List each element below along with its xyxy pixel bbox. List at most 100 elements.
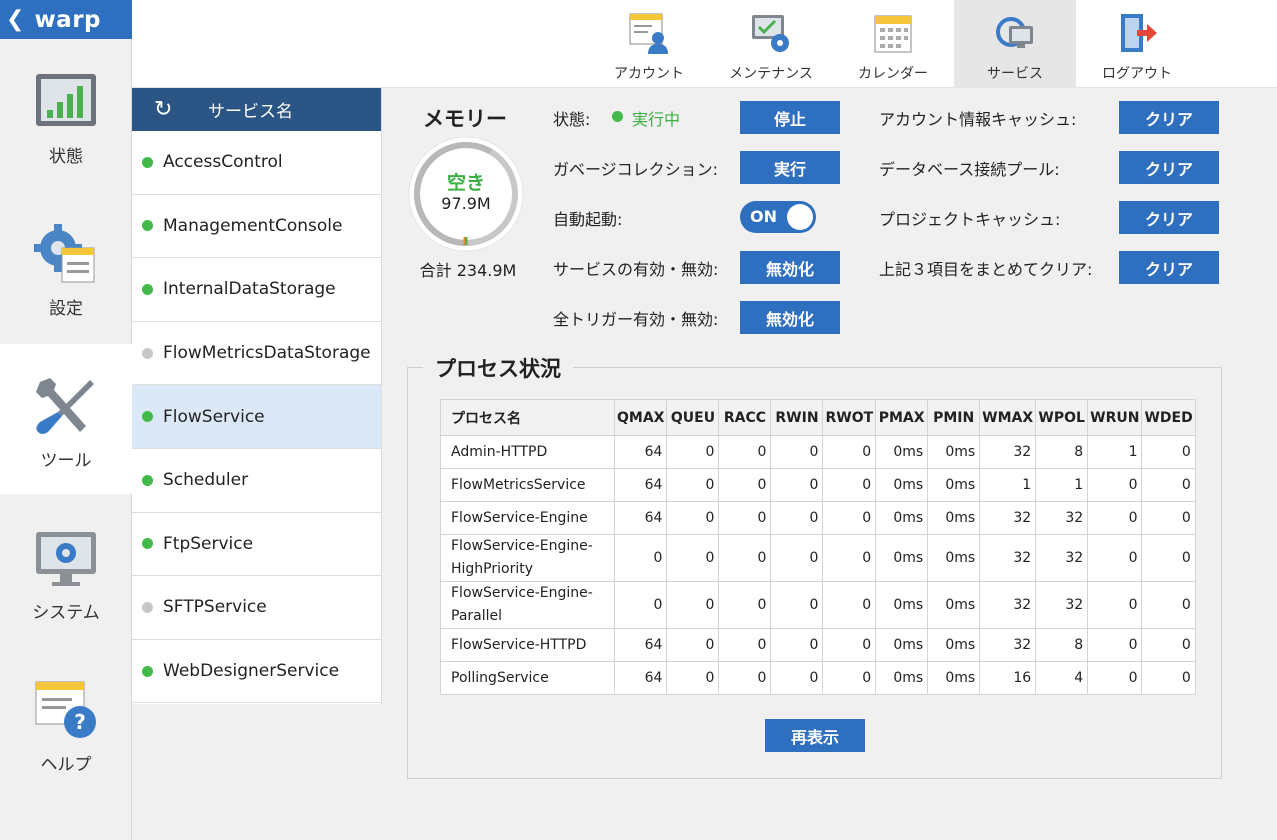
process-panel-title: プロセス状況 <box>423 353 573 383</box>
table-cell: 0 <box>770 628 824 662</box>
table-cell: 0 <box>770 581 824 629</box>
table-cell: 0 <box>822 435 877 469</box>
service-name: AccessControl <box>163 152 283 173</box>
clear-all-button[interactable]: クリア <box>1119 251 1219 284</box>
table-cell: 0ms <box>927 435 981 469</box>
account-cache-label: アカウント情報キャッシュ: <box>879 110 1077 129</box>
service-list-item[interactable]: FlowMetricsDataStorage <box>132 322 381 386</box>
column-header: PMIN <box>927 399 981 436</box>
service-name: Scheduler <box>163 470 249 491</box>
service-list-item[interactable]: FtpService <box>132 513 381 577</box>
service-disable-button[interactable]: 無効化 <box>740 251 840 284</box>
table-cell: 0ms <box>875 501 929 535</box>
service-list-item[interactable]: SFTPService <box>132 576 381 640</box>
clear-db-pool-button[interactable]: クリア <box>1119 151 1219 184</box>
toolbar-calendar-button[interactable]: カレンダー <box>832 0 954 88</box>
trigger-disable-button[interactable]: 無効化 <box>740 301 840 334</box>
column-header: RWIN <box>770 399 824 436</box>
process-table: プロセス名 QMAX QUEU RACC RWIN RWOT PMAX PMIN WMAX WPO… <box>440 399 1196 695</box>
logout-icon <box>1121 14 1157 52</box>
column-header: WDED <box>1141 399 1196 436</box>
column-header: WRUN <box>1087 399 1143 436</box>
service-list-item[interactable]: AccessControl <box>132 131 381 195</box>
table-cell: 0 <box>666 501 720 535</box>
table-cell: 0 <box>822 628 877 662</box>
table-row: Admin-HTTPD 64 0 0 0 0 0ms 0ms 32 8 1 0 <box>440 435 1196 469</box>
table-cell: 0 <box>1141 534 1196 582</box>
service-list-item[interactable]: InternalDataStorage <box>132 258 381 322</box>
table-cell: 0 <box>666 534 720 582</box>
table-row: FlowMetricsService 64 0 0 0 0 0ms 0ms 1 1 0 0 <box>440 468 1196 502</box>
status-running-dot <box>612 111 623 122</box>
process-name-cell: FlowService-Engine <box>440 501 615 535</box>
table-cell: 0 <box>666 435 720 469</box>
clear-account-cache-button[interactable]: クリア <box>1119 101 1219 134</box>
table-cell: 1 <box>1087 435 1143 469</box>
toolbar-maintenance-button[interactable]: メンテナンス <box>710 0 832 88</box>
table-cell: 0 <box>770 661 824 695</box>
nav-item-help[interactable]: ? ヘルプ <box>0 648 132 798</box>
toolbar-service-button[interactable]: サービス <box>954 0 1076 88</box>
table-cell: 8 <box>1035 628 1089 662</box>
clear-project-cache-button[interactable]: クリア <box>1119 201 1219 234</box>
table-cell: 0ms <box>875 581 929 629</box>
table-cell: 0ms <box>927 468 981 502</box>
toolbar-label: アカウント <box>614 66 684 82</box>
toolbar-account-button[interactable]: アカウント <box>588 0 710 88</box>
table-cell: 0 <box>718 468 772 502</box>
refresh-icon[interactable]: ↻ <box>154 98 184 121</box>
service-list-item[interactable]: Scheduler <box>132 449 381 513</box>
help-icon: ? <box>35 681 96 738</box>
table-cell: 0 <box>666 628 720 662</box>
table-cell: 64 <box>613 468 668 502</box>
db-pool-label: データベース接続プール: <box>879 160 1060 179</box>
service-status-dot <box>142 665 153 677</box>
table-cell: 64 <box>613 435 668 469</box>
table-row: FlowService-Engine-Parallel 0 0 0 0 0 0ms 0ms 32… <box>440 581 1196 629</box>
nav-item-tools[interactable]: ツール <box>0 344 132 494</box>
nav-item-label: システム <box>32 603 100 623</box>
table-cell: 0 <box>718 501 772 535</box>
service-list-item[interactable]: WebDesignerService <box>132 640 381 704</box>
toolbar-label: カレンダー <box>858 66 928 82</box>
process-name-cell: PollingService <box>440 661 615 695</box>
memory-free-value: 97.9M <box>441 194 491 213</box>
service-enable-label: サービスの有効・無効: <box>553 260 719 279</box>
table-cell: 0 <box>770 501 824 535</box>
autostart-toggle[interactable]: ON <box>740 201 816 233</box>
nav-item-system[interactable]: システム <box>0 496 132 646</box>
system-monitor-icon <box>36 532 96 586</box>
column-header: WMAX <box>979 399 1037 436</box>
service-list-item[interactable]: ManagementConsole <box>132 195 381 259</box>
service-status-dot <box>142 347 153 359</box>
process-name-cell: FlowService-Engine-HighPriority <box>440 534 615 582</box>
service-list-item[interactable]: FlowService <box>132 385 381 449</box>
column-header: RWOT <box>822 399 877 436</box>
table-cell: 0ms <box>927 628 981 662</box>
nav-item-settings[interactable]: 設定 <box>0 192 132 342</box>
table-cell: 1 <box>979 468 1037 502</box>
toolbar-logout-button[interactable]: ログアウト <box>1076 0 1198 88</box>
redisplay-button[interactable]: 再表示 <box>765 719 865 752</box>
autostart-label: 自動起動: <box>553 210 623 229</box>
left-navigation: ❮ warp 状態 設定 ツール システム ? ヘルプ <box>0 0 132 840</box>
brand-bar[interactable]: ❮ warp <box>0 0 132 39</box>
stop-button[interactable]: 停止 <box>740 101 840 134</box>
gc-run-button[interactable]: 実行 <box>740 151 840 184</box>
table-cell: 0 <box>1141 501 1196 535</box>
table-row: PollingService 64 0 0 0 0 0ms 0ms 16 4 0 0 <box>440 661 1196 695</box>
table-cell: 0ms <box>875 661 929 695</box>
table-cell: 0 <box>1087 468 1143 502</box>
table-row: FlowService-HTTPD 64 0 0 0 0 0ms 0ms 32 8 0 0 <box>440 628 1196 662</box>
table-cell: 32 <box>979 628 1037 662</box>
table-cell: 0 <box>822 501 877 535</box>
chevron-left-icon[interactable]: ❮ <box>6 7 24 32</box>
table-row: FlowService-Engine 64 0 0 0 0 0ms 0ms 32 32 0 0 <box>440 501 1196 535</box>
svg-text:?: ? <box>74 710 86 734</box>
brand-name: warp <box>34 6 102 33</box>
column-header: QUEU <box>666 399 720 436</box>
table-cell: 0ms <box>927 661 981 695</box>
account-icon <box>629 13 668 54</box>
nav-item-status[interactable]: 状態 <box>0 40 132 190</box>
nav-item-label: 設定 <box>49 299 83 319</box>
